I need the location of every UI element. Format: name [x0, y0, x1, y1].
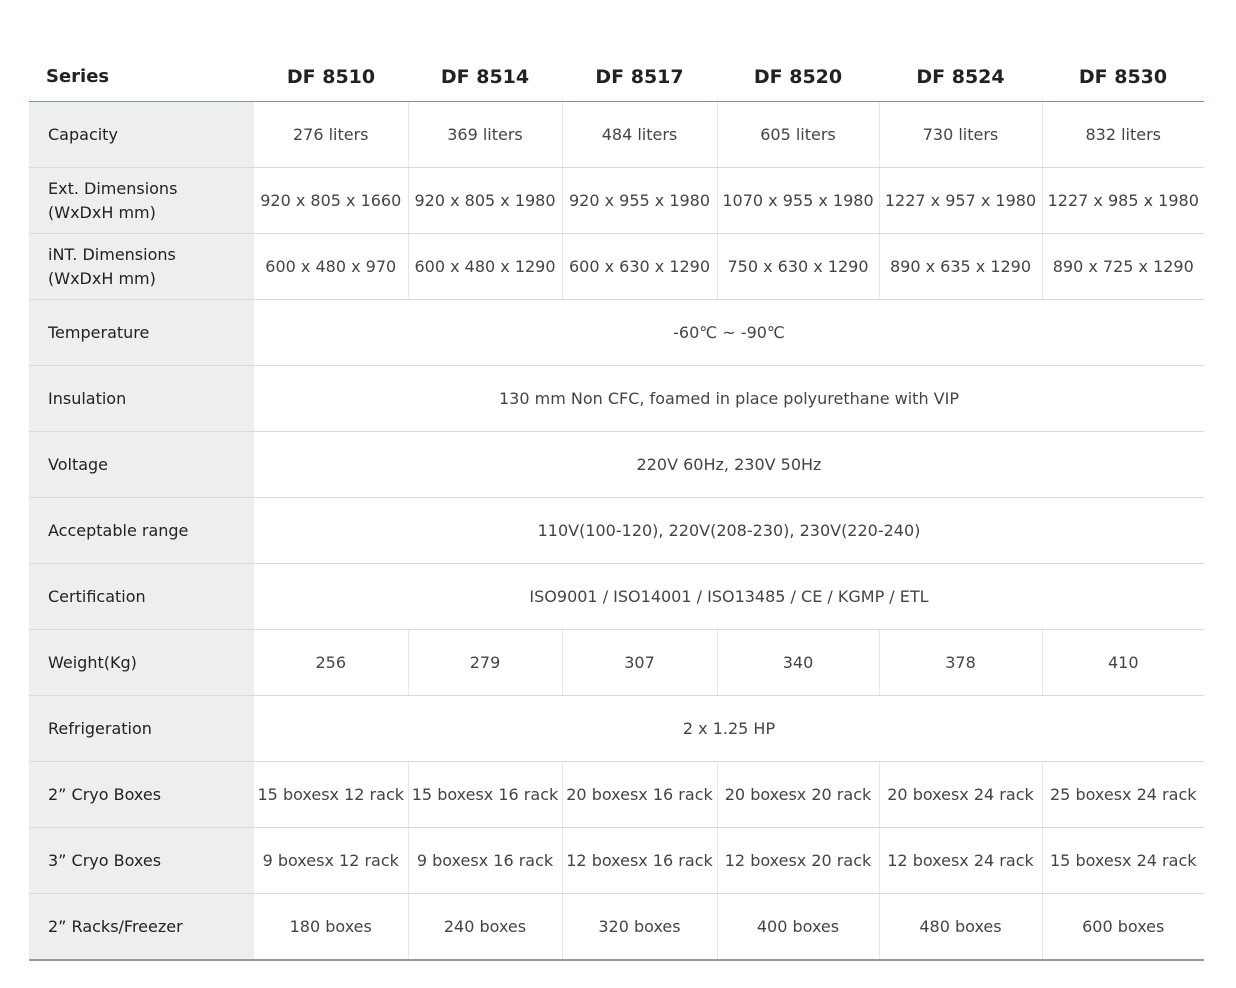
value-cell: 920 x 955 x 1980: [561, 167, 717, 234]
spanned-value-cell: 2 x 1.25 HP: [254, 695, 1204, 762]
row-label: Temperature: [29, 299, 254, 366]
value-cell: 180 boxes: [254, 893, 408, 961]
table-row: 3” Cryo Boxes 9 boxesx 12 rack 9 boxesx 16…: [29, 827, 1204, 894]
spanned-value-cell: -60℃ ~ -90℃: [254, 299, 1204, 366]
value-cell: 9 boxesx 16 rack: [407, 827, 562, 894]
value-cell: 240 boxes: [407, 893, 562, 961]
value-cell: 730 liters: [878, 101, 1042, 168]
value-cell: 15 boxesx 16 rack: [407, 761, 562, 828]
value-cell: 600 x 480 x 1290: [407, 233, 562, 300]
value-cell: 12 boxesx 24 rack: [878, 827, 1042, 894]
table-row: Acceptable range 110V(100-120), 220V(208-…: [29, 497, 1204, 564]
value-cell: 20 boxesx 16 rack: [561, 761, 717, 828]
value-cell: 340: [716, 629, 879, 696]
table-row: Weight(Kg) 256 279 307 340 378 410: [29, 629, 1204, 696]
value-cell: 276 liters: [254, 101, 408, 168]
value-cell: 1070 x 955 x 1980: [716, 167, 879, 234]
model-header: DF 8530: [1042, 52, 1204, 102]
spanned-value-cell: 110V(100-120), 220V(208-230), 230V(220-2…: [254, 497, 1204, 564]
table-row: Insulation 130 mm Non CFC, foamed in plac…: [29, 365, 1204, 432]
header-row: Series DF 8510 DF 8514 DF 8517 DF 8520 D…: [29, 52, 1204, 102]
row-label: Refrigeration: [29, 695, 254, 762]
value-cell: 1227 x 985 x 1980: [1041, 167, 1204, 234]
value-cell: 1227 x 957 x 1980: [878, 167, 1042, 234]
value-cell: 20 boxesx 24 rack: [878, 761, 1042, 828]
row-label: Certification: [29, 563, 254, 630]
value-cell: 378: [878, 629, 1042, 696]
value-cell: 25 boxesx 24 rack: [1041, 761, 1204, 828]
value-cell: 480 boxes: [878, 893, 1042, 961]
table-row: Certification ISO9001 / ISO14001 / ISO134…: [29, 563, 1204, 630]
value-cell: 750 x 630 x 1290: [716, 233, 879, 300]
value-cell: 605 liters: [716, 101, 879, 168]
spanned-value-cell: 130 mm Non CFC, foamed in place polyuret…: [254, 365, 1204, 432]
table-row: iNT. Dimensions (WxDxH mm) 600 x 480 x 97…: [29, 233, 1204, 300]
value-cell: 369 liters: [407, 101, 562, 168]
value-cell: 15 boxesx 12 rack: [254, 761, 408, 828]
spec-table-body: Capacity 276 liters 369 liters 484 liters 60…: [29, 101, 1204, 961]
row-label: iNT. Dimensions (WxDxH mm): [29, 233, 254, 300]
value-cell: 307: [561, 629, 717, 696]
value-cell: 600 x 630 x 1290: [561, 233, 717, 300]
series-header: Series: [29, 52, 254, 102]
value-cell: 920 x 805 x 1980: [407, 167, 562, 234]
row-label: 2” Cryo Boxes: [29, 761, 254, 828]
value-cell: 890 x 635 x 1290: [878, 233, 1042, 300]
row-label: Ext. Dimensions (WxDxH mm): [29, 167, 254, 234]
value-cell: 484 liters: [561, 101, 717, 168]
model-header: DF 8524: [879, 52, 1042, 102]
spanned-value-cell: ISO9001 / ISO14001 / ISO13485 / CE / KGM…: [254, 563, 1204, 630]
row-label: 2” Racks/Freezer: [29, 893, 254, 961]
value-cell: 400 boxes: [716, 893, 879, 961]
table-row: 2” Cryo Boxes 15 boxesx 12 rack 15 boxesx …: [29, 761, 1204, 828]
model-header: DF 8520: [717, 52, 879, 102]
value-cell: 600 boxes: [1041, 893, 1204, 961]
spec-table: Series DF 8510 DF 8514 DF 8517 DF 8520 D…: [29, 52, 1204, 961]
value-cell: 279: [407, 629, 562, 696]
value-cell: 256: [254, 629, 408, 696]
value-cell: 920 x 805 x 1660: [254, 167, 408, 234]
value-cell: 410: [1041, 629, 1204, 696]
value-cell: 320 boxes: [561, 893, 717, 961]
spec-table-header: Series DF 8510 DF 8514 DF 8517 DF 8520 D…: [29, 52, 1204, 102]
table-row: Ext. Dimensions (WxDxH mm) 920 x 805 x 16…: [29, 167, 1204, 234]
table-row: Temperature -60℃ ~ -90℃: [29, 299, 1204, 366]
table-row: Capacity 276 liters 369 liters 484 liters 60…: [29, 101, 1204, 168]
row-label: Voltage: [29, 431, 254, 498]
value-cell: 832 liters: [1041, 101, 1204, 168]
value-cell: 12 boxesx 20 rack: [716, 827, 879, 894]
row-label: Capacity: [29, 101, 254, 168]
model-header: DF 8510: [254, 52, 408, 102]
row-label: Acceptable range: [29, 497, 254, 564]
table-row: Refrigeration 2 x 1.25 HP: [29, 695, 1204, 762]
value-cell: 15 boxesx 24 rack: [1041, 827, 1204, 894]
model-header: DF 8517: [562, 52, 717, 102]
row-label: Insulation: [29, 365, 254, 432]
table-row: 2” Racks/Freezer 180 boxes 240 boxes 320 bo…: [29, 893, 1204, 961]
table-row: Voltage 220V 60Hz, 230V 50Hz: [29, 431, 1204, 498]
value-cell: 890 x 725 x 1290: [1041, 233, 1204, 300]
value-cell: 600 x 480 x 970: [254, 233, 408, 300]
value-cell: 9 boxesx 12 rack: [254, 827, 408, 894]
value-cell: 12 boxesx 16 rack: [561, 827, 717, 894]
row-label: Weight(Kg): [29, 629, 254, 696]
model-header: DF 8514: [408, 52, 562, 102]
spanned-value-cell: 220V 60Hz, 230V 50Hz: [254, 431, 1204, 498]
value-cell: 20 boxesx 20 rack: [716, 761, 879, 828]
row-label: 3” Cryo Boxes: [29, 827, 254, 894]
